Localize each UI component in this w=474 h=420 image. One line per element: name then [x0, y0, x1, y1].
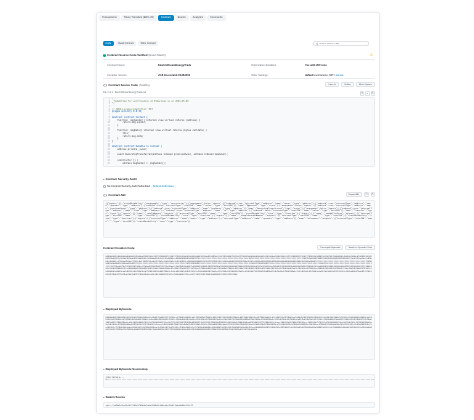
swarm-section: ● Swarm Source	[103, 395, 375, 399]
line-text: event OwnershipTransferred(address index…	[112, 153, 228, 157]
top-tabs: Transactions Token Transfers (ERC-20) Co…	[99, 15, 226, 21]
verified-note: (Exact Match)	[148, 53, 166, 57]
deployed-title-text: Deployed Bytecode	[105, 307, 132, 311]
swarm-icon: ●	[103, 395, 105, 399]
creation-title-text: Contract Creation Code	[103, 246, 135, 250]
export-abi-button[interactable]: Export ABI	[345, 192, 362, 197]
page: Transactions Token Transfers (ERC-20) Co…	[0, 0, 474, 420]
line-text: }	[112, 123, 119, 127]
contract-panel: Transactions Token Transfers (ERC-20) Co…	[96, 12, 380, 414]
other-settings-suffix: evmVersion, MIT	[314, 73, 334, 77]
contract-main: Code Read Contract Write Contract ⚲ ✓ Co…	[103, 35, 375, 413]
license-link[interactable]: License	[334, 74, 343, 77]
tab-write-contract[interactable]: Write Contract	[138, 41, 159, 46]
audit-icon: ●	[103, 177, 105, 181]
compiler-value: v0.8.19+commit.7dd6d404	[158, 73, 191, 77]
sourcemap-box[interactable]: 1190:10234:0:-:0;;;;;;;;;;;;;;;;;;;;;;;;…	[103, 374, 375, 388]
swarm-title: ● Swarm Source	[103, 395, 375, 399]
deployed-section: ● Deployed Bytecode	[103, 307, 375, 311]
creation-section: Contract Creation Code Decompile Bytecod…	[103, 245, 375, 250]
code-icon: ❮❯	[103, 83, 108, 87]
abi-icon: ❮❯	[103, 193, 108, 197]
verified-banner: ✓ Contract Source Code Verified (Exact M…	[103, 53, 166, 57]
audit-option-text: No Contract Security Audit Submitted	[107, 185, 150, 188]
creation-code-box[interactable]: 60806040526000600460006101000a81548160ff…	[103, 253, 375, 298]
sourcemap-title-text: Deployed Bytecode Sourcemap	[105, 367, 148, 371]
code-line: 25 address msgSender = _msgSender();	[104, 161, 374, 166]
sourcemap-icon: ●	[103, 367, 105, 371]
abi-section: ❮❯ Contract ABI Export ABI ❐ ⇱	[103, 192, 375, 197]
line-text: address msgSender = _msgSender();	[112, 161, 166, 165]
other-settings-default: default	[305, 73, 314, 77]
line-text: *Submitted for verification at Etherscan…	[112, 99, 189, 103]
more-options-button[interactable]: More Options	[355, 82, 375, 87]
source-code-editor[interactable]: 1/** 2 *Submitted for verification at Eth…	[103, 97, 375, 167]
source-subtitle: (Solidity)	[138, 83, 150, 87]
expand-icon[interactable]: ⇱	[370, 91, 375, 96]
abi-copy-icon[interactable]: ❐	[364, 192, 369, 197]
deployed-bytecode-box[interactable]: 6080604052600436106101bb5760003560e01c80…	[103, 314, 375, 360]
file-label: File 1 of 1 : ElectricDreamEnergyTrade.s…	[103, 92, 147, 94]
search-icon: ⚲	[316, 41, 319, 46]
info-row-1: Contract Name: ElectricDreamEnergyTrade …	[103, 60, 375, 70]
swarm-title-text: Swarm Source	[105, 395, 126, 399]
tab-code[interactable]: Code	[103, 41, 114, 46]
info-row-2: Compiler Version v0.8.19+commit.7dd6d404…	[103, 70, 375, 80]
decompile-button[interactable]: Decompile Bytecode	[317, 245, 344, 250]
audit-option[interactable]: No Contract Security Audit Submitted - S…	[103, 185, 375, 188]
abi-expand-icon[interactable]: ⇱	[370, 192, 375, 197]
line-text: */	[112, 102, 115, 106]
optimization-value: Yes with 200 runs	[305, 63, 327, 67]
verified-title: Contract Source Code Verified	[107, 53, 148, 57]
compiler-label: Compiler Version	[107, 73, 127, 77]
deployed-title: ● Deployed Bytecode	[103, 307, 375, 311]
optimization-label: Optimization Enabled:	[251, 63, 277, 67]
line-text: pragma solidity 0.8.19;	[112, 110, 143, 114]
other-settings-label: Other Settings:	[251, 73, 269, 77]
warning-icon[interactable]: ⚠	[369, 52, 373, 57]
line-text: }	[112, 140, 114, 143]
deployed-icon: ●	[103, 307, 105, 311]
source-search[interactable]: ⚲	[313, 41, 369, 46]
abi-title: ❮❯ Contract ABI	[103, 193, 375, 197]
opcodes-button[interactable]: Switch to Opcodes View	[345, 245, 375, 250]
other-settings-value: default evmVersion, MIT License	[305, 74, 343, 77]
audit-title-text: Contract Security Audit	[105, 177, 137, 181]
copy-icon[interactable]: ❐	[359, 91, 364, 96]
line-number: 25	[107, 161, 110, 165]
tab-contract[interactable]: Contract	[157, 15, 174, 21]
contract-subtabs: Code Read Contract Write Contract	[103, 41, 159, 46]
tab-transactions[interactable]: Transactions	[99, 15, 120, 21]
abi-box[interactable]: [{"inputs":[],"stateMutability":"nonpaya…	[103, 200, 375, 238]
contract-name-label: Contract Name:	[107, 63, 126, 67]
source-title-text: Contract Source Code	[108, 83, 138, 87]
code-tools: ❐ ∞ ⇱	[359, 91, 375, 96]
open-in-button[interactable]: Open In	[325, 82, 339, 87]
link-icon[interactable]: ∞	[365, 91, 370, 96]
tab-read-contract[interactable]: Read Contract	[115, 41, 137, 46]
check-circle-icon: ✓	[103, 53, 106, 57]
outline-button[interactable]: Outline	[340, 82, 354, 87]
tab-analytics[interactable]: Analytics	[189, 15, 207, 21]
contract-name-value: ElectricDreamEnergyTrade	[158, 63, 192, 67]
tab-token-transfers[interactable]: Token Transfers (ERC-20)	[120, 15, 157, 21]
swarm-box[interactable]: ipfs://a89a2e9ee5b1b7f290c5768b0e2a0a7b9…	[103, 402, 375, 408]
tab-events[interactable]: Events	[174, 15, 189, 21]
tab-comments[interactable]: Comments	[207, 15, 226, 21]
sourcemap-title: ● Deployed Bytecode Sourcemap	[103, 367, 375, 371]
abi-buttons: Export ABI ❐ ⇱	[345, 192, 375, 197]
source-buttons: Open In Outline More Options	[325, 82, 375, 87]
search-input[interactable]	[319, 42, 368, 45]
creation-buttons: Decompile Bytecode Switch to Opcodes Vie…	[317, 245, 375, 250]
sourcemap-section: ● Deployed Bytecode Sourcemap	[103, 367, 375, 371]
radio-icon[interactable]	[103, 185, 106, 188]
audit-title: ● Contract Security Audit	[103, 177, 375, 181]
line-text: address private _owner;	[112, 148, 148, 152]
contract-info: Contract Name: ElectricDreamEnergyTrade …	[103, 59, 375, 79]
abi-title-text: Contract ABI	[108, 193, 126, 197]
audit-section: ● Contract Security Audit No Contract Se…	[103, 177, 375, 188]
submit-audit-link[interactable]: - Submit Audit Here	[151, 185, 174, 188]
source-section: ❮❯ Contract Source Code (Solidity) Open …	[103, 82, 375, 96]
